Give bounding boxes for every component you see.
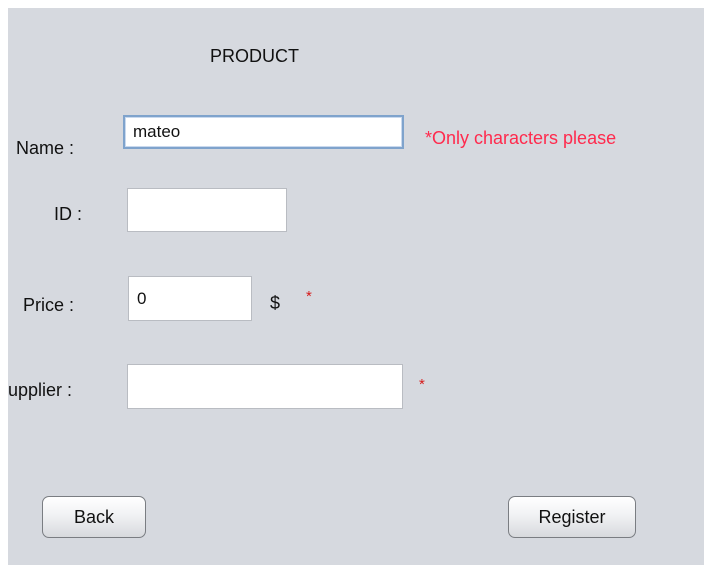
name-error-message: *Only characters please <box>425 128 617 148</box>
supplier-input[interactable] <box>127 364 403 409</box>
id-label: ID : <box>54 204 83 224</box>
back-button[interactable]: Back <box>42 496 146 538</box>
supplier-label: upplier : <box>8 380 73 400</box>
price-label: Price : <box>23 295 75 315</box>
form-title: PRODUCT <box>210 46 299 66</box>
price-currency-symbol: $ <box>270 293 281 313</box>
price-required-marker: * <box>306 288 312 305</box>
product-form-panel: PRODUCT Name : *Only characters please I… <box>8 8 704 565</box>
price-input[interactable] <box>128 276 252 321</box>
id-input[interactable] <box>127 188 287 232</box>
register-button[interactable]: Register <box>508 496 636 538</box>
name-input[interactable] <box>123 115 404 149</box>
name-label: Name : <box>16 138 75 158</box>
supplier-required-marker: * <box>419 376 425 393</box>
